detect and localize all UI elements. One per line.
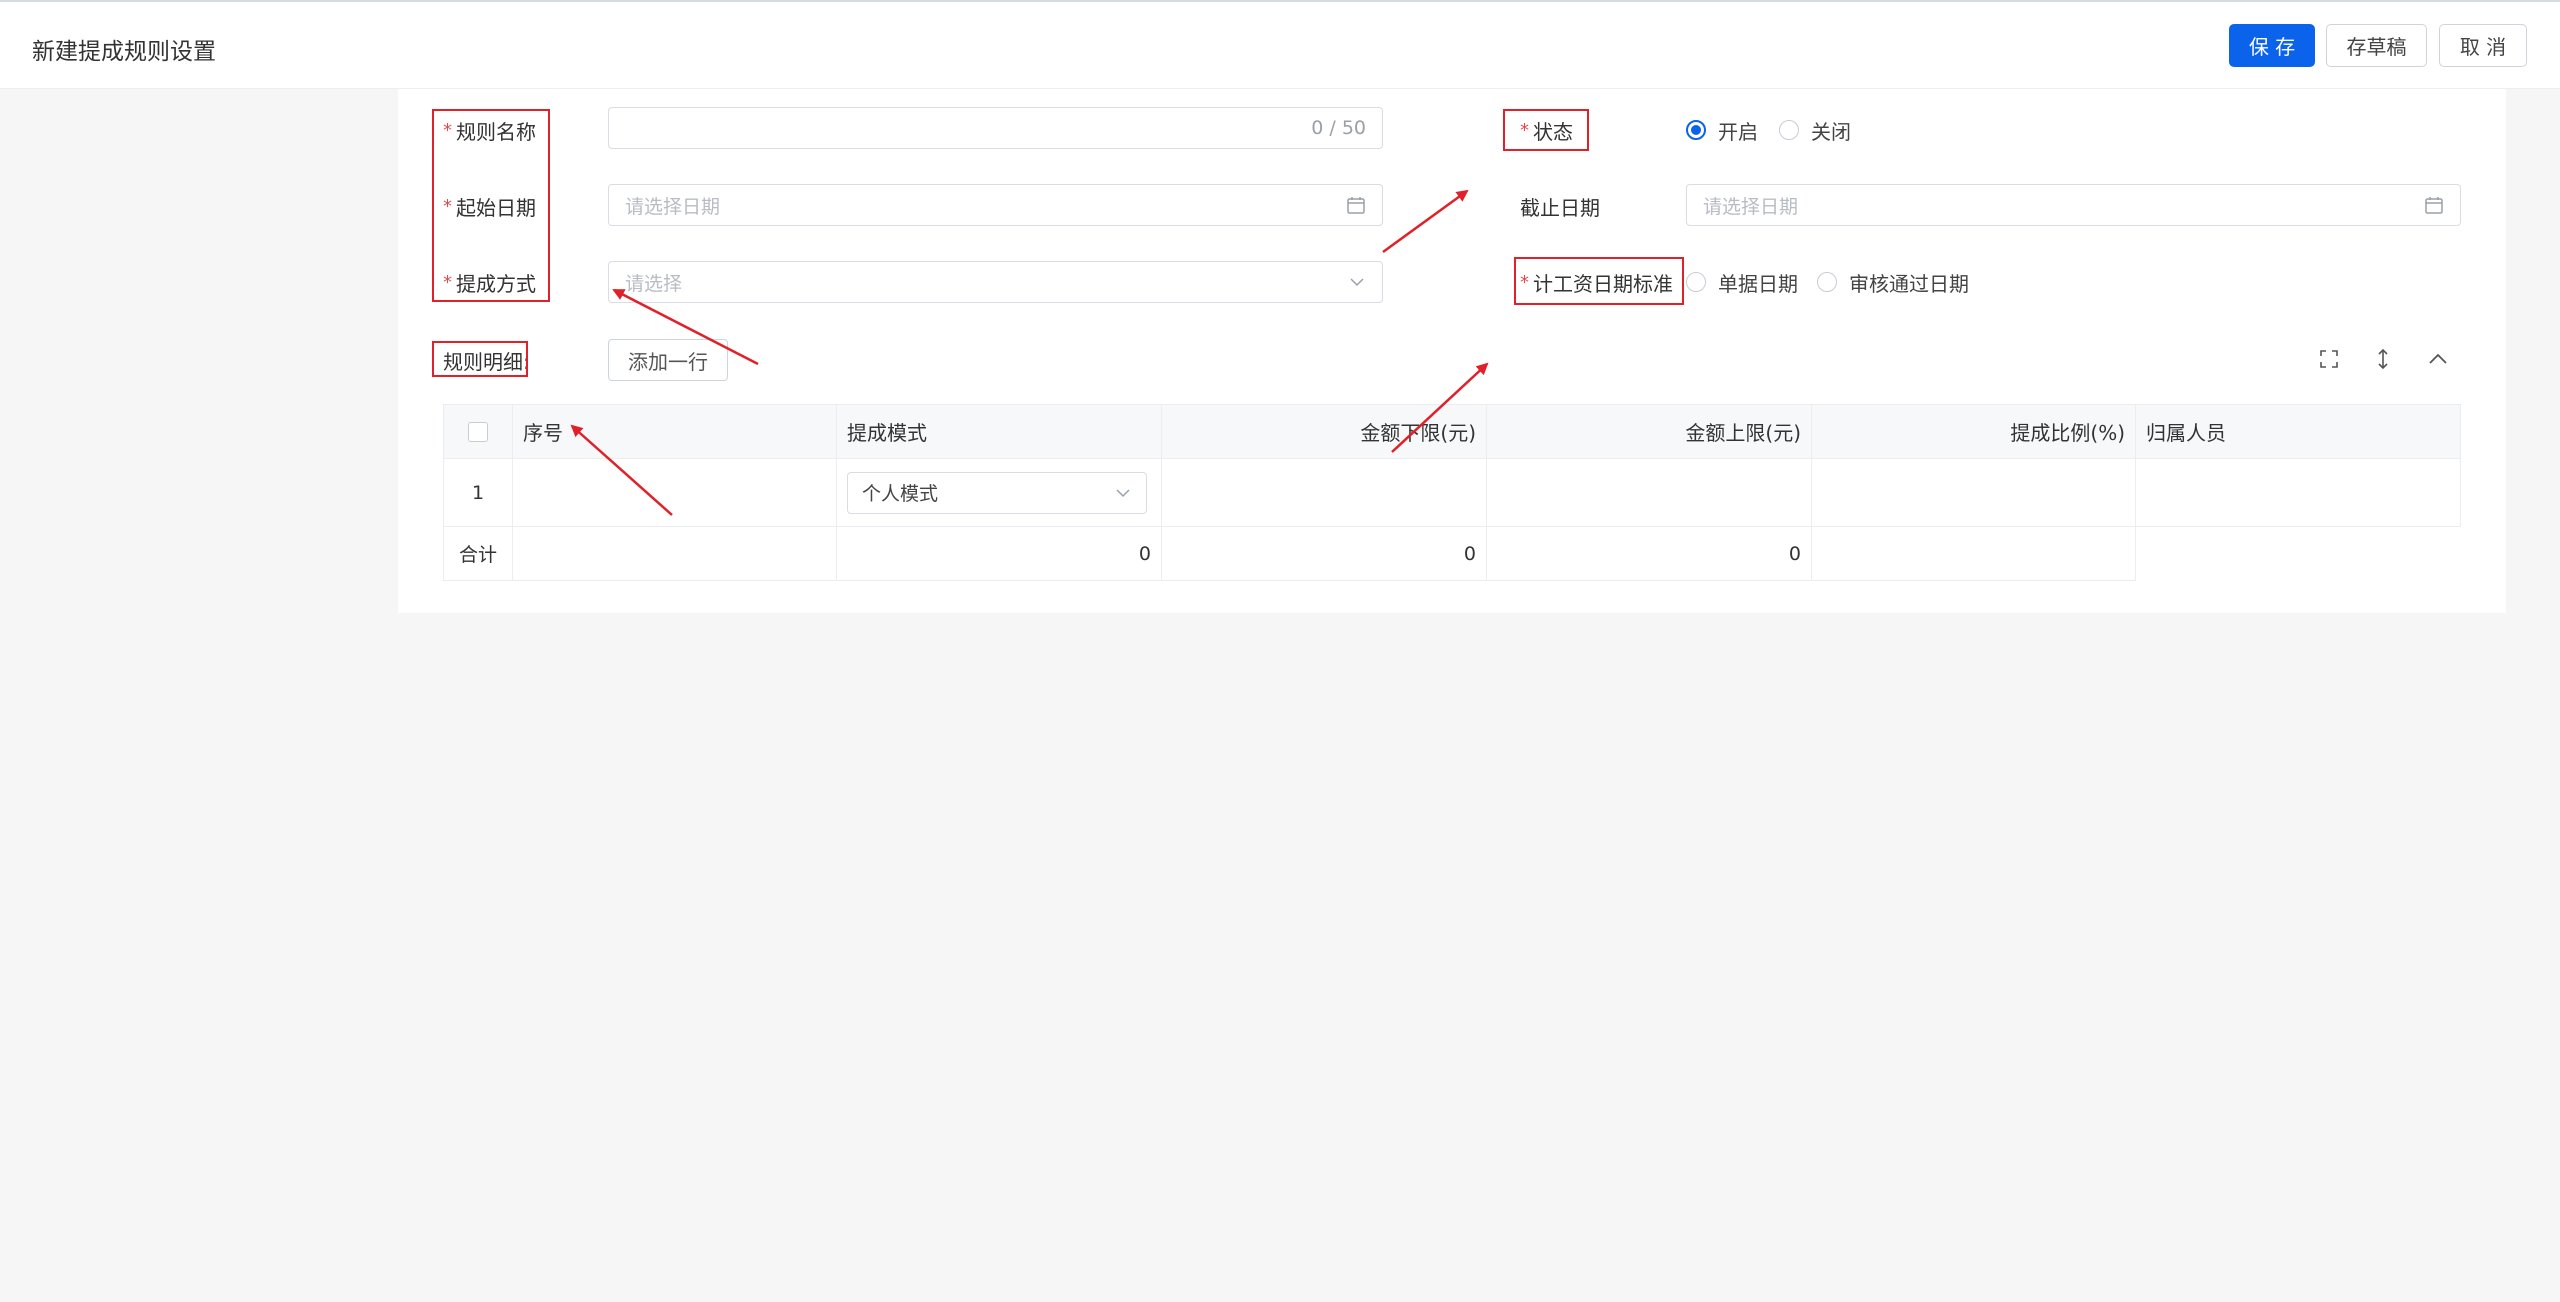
salary-date-radio-document[interactable]: 单据日期 xyxy=(1686,268,1798,296)
row-upper-cell[interactable] xyxy=(1487,459,1812,527)
mode-value: 个人模式 xyxy=(862,483,939,505)
char-counter: 0 / 50 xyxy=(1311,117,1366,139)
col-owner-header: 归属人员 xyxy=(2136,404,2461,459)
row-height-icon[interactable] xyxy=(2369,345,2397,373)
save-button[interactable]: 保 存 xyxy=(2229,24,2315,67)
page-header: 新建提成规则设置 保 存 存草稿 取 消 xyxy=(0,2,2560,89)
summary-value-1: 0 xyxy=(837,527,1162,581)
summary-blank-cell xyxy=(513,527,837,581)
chevron-down-icon xyxy=(1348,273,1366,291)
collapse-up-icon[interactable] xyxy=(2424,345,2452,373)
annotation-box-left-labels xyxy=(432,109,550,302)
cancel-button[interactable]: 取 消 xyxy=(2439,24,2527,67)
row-ratio-cell[interactable] xyxy=(1812,459,2136,527)
status-radio-on[interactable]: 开启 xyxy=(1686,116,1758,144)
radio-unchecked-icon xyxy=(1686,272,1706,292)
add-row-button[interactable]: 添加一行 xyxy=(608,339,728,381)
table-summary-row: 合计 0 0 0 xyxy=(443,527,2136,581)
col-ratio-header: 提成比例(%) xyxy=(1812,404,2136,459)
chevron-down-icon xyxy=(1114,484,1132,502)
annotation-box-rule-details xyxy=(432,341,528,377)
table-header-row: 序号 提成模式 金额下限(元) 金额上限(元) 提成比例(%) 归属人员 xyxy=(443,404,2461,459)
summary-value-2: 0 xyxy=(1162,527,1487,581)
row-index-blank-cell xyxy=(513,459,837,527)
col-lower-header: 金额下限(元) xyxy=(1162,404,1487,459)
summary-label: 合计 xyxy=(443,527,513,581)
summary-blank-ratio xyxy=(1812,527,2136,581)
salary-date-radio-approval[interactable]: 审核通过日期 xyxy=(1817,268,1969,296)
col-index-header: 序号 xyxy=(513,404,837,459)
calendar-icon xyxy=(2424,195,2444,215)
end-date-label: 截止日期 xyxy=(1520,195,1600,220)
col-upper-header: 金额上限(元) xyxy=(1487,404,1812,459)
annotation-box-status xyxy=(1503,109,1589,151)
select-all-checkbox[interactable] xyxy=(468,421,488,442)
row-mode-cell: 个人模式 xyxy=(837,459,1162,527)
save-draft-button[interactable]: 存草稿 xyxy=(2326,24,2427,67)
start-date-picker[interactable]: 请选择日期 xyxy=(608,184,1383,226)
fullscreen-icon[interactable] xyxy=(2315,345,2343,373)
select-all-cell[interactable] xyxy=(443,404,513,459)
annotation-box-salary-date xyxy=(1514,257,1684,305)
radio-unchecked-icon xyxy=(1779,120,1799,140)
method-select[interactable]: 请选择 xyxy=(608,261,1383,303)
row-lower-cell[interactable] xyxy=(1162,459,1487,527)
radio-checked-icon xyxy=(1686,120,1706,140)
page-title: 新建提成规则设置 xyxy=(32,39,216,65)
start-date-placeholder: 请选择日期 xyxy=(625,195,721,218)
summary-value-3: 0 xyxy=(1487,527,1812,581)
calendar-icon xyxy=(1346,195,1366,215)
mode-select[interactable]: 个人模式 xyxy=(847,471,1147,514)
status-radio-off[interactable]: 关闭 xyxy=(1779,116,1851,144)
rule-name-input[interactable]: 0 / 50 xyxy=(608,107,1383,149)
row-owner-cell[interactable] xyxy=(2136,459,2461,527)
end-date-picker[interactable]: 请选择日期 xyxy=(1686,184,2461,226)
table-row: 1 个人模式 xyxy=(443,459,2461,527)
col-mode-header: 提成模式 xyxy=(837,404,1162,459)
end-date-placeholder: 请选择日期 xyxy=(1703,195,1799,218)
method-placeholder: 请选择 xyxy=(625,272,683,295)
radio-unchecked-icon xyxy=(1817,272,1837,292)
row-index-cell: 1 xyxy=(443,459,513,527)
